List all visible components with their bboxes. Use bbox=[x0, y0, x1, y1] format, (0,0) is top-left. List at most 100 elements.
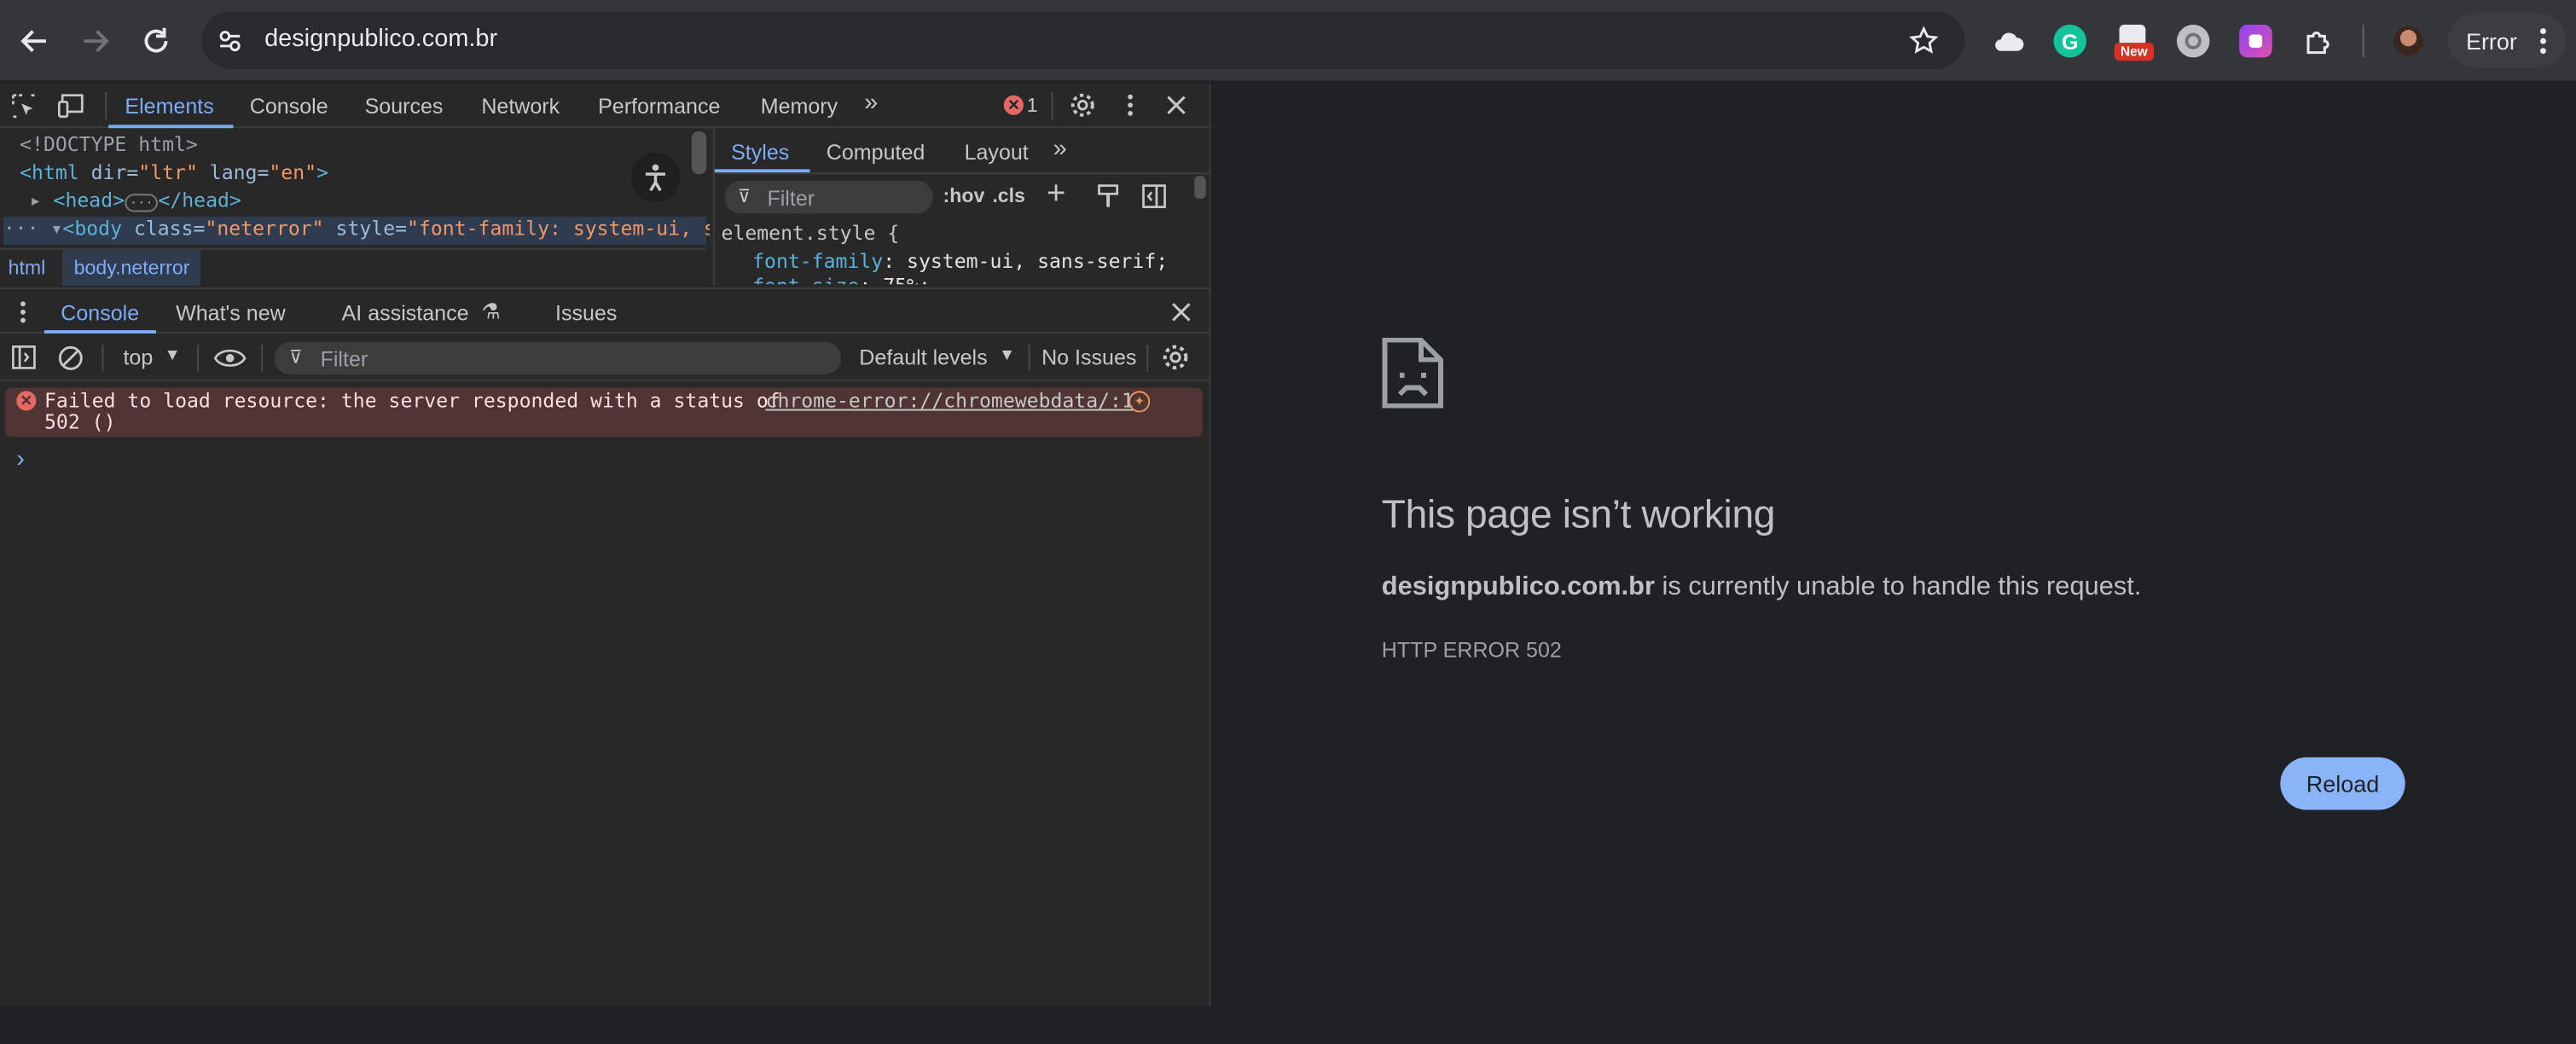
toggle-sidebar-icon[interactable] bbox=[1140, 183, 1167, 209]
console-filter-placeholder: Filter bbox=[320, 346, 368, 372]
context-selector-label: top bbox=[123, 345, 154, 370]
context-chevron-down-icon: ▼ bbox=[164, 346, 181, 365]
tab-layout[interactable]: Layout bbox=[965, 140, 1029, 165]
toolbar-separator bbox=[1146, 345, 1149, 372]
console-prompt[interactable]: › bbox=[16, 445, 25, 473]
kebab-menu-icon[interactable] bbox=[1117, 90, 1144, 120]
sad-document-icon bbox=[1382, 337, 1444, 409]
reload-icon[interactable] bbox=[138, 23, 174, 59]
bookmark-star-icon[interactable] bbox=[1907, 25, 1941, 58]
style-decl-font-size[interactable]: font-size: 75%; bbox=[752, 276, 931, 285]
console-filter-input[interactable]: ⊽ Filter bbox=[274, 341, 842, 375]
breadcrumb: html body.neterror bbox=[0, 247, 707, 287]
profile-avatar[interactable] bbox=[2393, 26, 2423, 56]
cls-toggle[interactable]: .cls bbox=[992, 184, 1025, 207]
elements-scrollbar[interactable] bbox=[691, 131, 707, 175]
back-icon[interactable] bbox=[16, 23, 52, 59]
context-selector[interactable]: top ▼ bbox=[115, 335, 188, 380]
levels-chevron-down-icon: ▼ bbox=[999, 346, 1016, 365]
log-levels-label: Default levels bbox=[859, 345, 988, 370]
clear-console-icon[interactable] bbox=[55, 344, 85, 374]
paint-brush-icon[interactable] bbox=[1096, 183, 1119, 209]
drawer-tab-issues[interactable]: Issues bbox=[555, 300, 617, 325]
body-node[interactable]: ··· ▾<body class="neterror" style="font-… bbox=[3, 217, 710, 245]
drawer-tab-ai-assistance[interactable]: AI assistance bbox=[342, 300, 469, 325]
head-node[interactable]: ▸ <head> ··· </head> bbox=[30, 188, 241, 212]
styles-filter-input[interactable]: ⊽ Filter bbox=[724, 180, 933, 214]
tab-performance[interactable]: Performance bbox=[598, 94, 720, 119]
more-tabs-chevron-icon[interactable]: » bbox=[864, 89, 878, 117]
error-code: HTTP ERROR 502 bbox=[1381, 637, 1562, 663]
toolbar-separator bbox=[102, 345, 104, 372]
purple-extension-icon[interactable] bbox=[2239, 24, 2272, 58]
filter-icon: ⊽ bbox=[737, 187, 751, 207]
new-rule-plus-icon[interactable]: + bbox=[1047, 176, 1066, 213]
sidebar-toggle-icon[interactable] bbox=[10, 344, 38, 372]
close-drawer-icon[interactable] bbox=[1166, 298, 1196, 328]
error-text-line1: Failed to load resource: the server resp… bbox=[44, 389, 780, 413]
profile-error-button[interactable]: Error bbox=[2447, 13, 2567, 67]
issues-count-label[interactable]: No Issues bbox=[1041, 345, 1136, 369]
error-page bbox=[1210, 84, 2576, 1006]
url-text[interactable]: designpublico.com.br bbox=[264, 25, 497, 53]
error-count[interactable]: 1 bbox=[1027, 94, 1038, 117]
error-title: This page isn’t working bbox=[1381, 492, 1776, 537]
cloud-extension-icon[interactable] bbox=[1993, 25, 2026, 58]
console-filter-icon: ⊽ bbox=[288, 348, 303, 368]
tab-separator bbox=[105, 91, 107, 120]
accessibility-icon[interactable] bbox=[630, 153, 681, 202]
tab-elements[interactable]: Elements bbox=[125, 94, 213, 119]
style-decl-font-family[interactable]: font-family: system-ui, sans-serif; bbox=[752, 250, 1168, 273]
doctype-line[interactable]: <!DOCTYPE html> bbox=[20, 133, 198, 156]
reload-button[interactable]: Reload bbox=[2280, 757, 2405, 810]
grammarly-extension-icon[interactable]: G bbox=[2053, 24, 2087, 58]
tab-console[interactable]: Console bbox=[250, 94, 328, 119]
console-toolbar: top ▼ ⊽ Filter Default levels ▼ No Issue… bbox=[0, 334, 1210, 381]
live-expression-eye-icon[interactable] bbox=[212, 344, 247, 374]
error-text-line2: 502 () bbox=[44, 410, 116, 434]
flask-icon: ⚗ bbox=[481, 299, 501, 324]
tab-computed[interactable]: Computed bbox=[827, 140, 925, 165]
drawer-tab-console[interactable]: Console bbox=[61, 300, 139, 325]
new-extension-icon[interactable]: New bbox=[2114, 21, 2155, 61]
drawer-tab-whats-new[interactable]: What's new bbox=[176, 300, 286, 325]
breadcrumb-body[interactable]: body.neterror bbox=[62, 249, 201, 287]
error-description: designpublico.com.br is currently unable… bbox=[1382, 573, 2142, 603]
chrome-menu-icon[interactable] bbox=[2530, 26, 2556, 56]
devtools-tabbar: Elements Console Sources Network Perform… bbox=[0, 84, 1210, 129]
styles-scrollbar[interactable] bbox=[1194, 176, 1206, 200]
close-devtools-icon[interactable] bbox=[1162, 90, 1192, 120]
device-toolbar-icon[interactable] bbox=[55, 90, 89, 120]
ai-insights-icon[interactable]: ✦ bbox=[1128, 391, 1151, 413]
console-error-message[interactable]: ✕ Failed to load resource: the server re… bbox=[4, 387, 1203, 438]
site-info-icon[interactable] bbox=[215, 26, 245, 56]
gray-extension-icon[interactable] bbox=[2176, 24, 2210, 58]
tab-memory[interactable]: Memory bbox=[761, 94, 838, 119]
forward-icon[interactable] bbox=[78, 23, 113, 59]
extensions-puzzle-icon[interactable] bbox=[2300, 23, 2335, 59]
settings-gear-icon[interactable] bbox=[1068, 90, 1098, 120]
toolbar-separator bbox=[197, 345, 200, 372]
tab-network[interactable]: Network bbox=[481, 94, 560, 119]
error-message: is currently unable to handle this reque… bbox=[1654, 573, 2142, 601]
style-rule-selector[interactable]: element.style { bbox=[722, 222, 900, 245]
console-settings-icon[interactable] bbox=[1160, 342, 1192, 374]
elements-tree[interactable]: <!DOCTYPE html> <html dir="ltr" lang="en… bbox=[0, 130, 710, 248]
tab-sources[interactable]: Sources bbox=[365, 94, 444, 119]
styles-filter-placeholder: Filter bbox=[767, 185, 815, 211]
inspect-element-icon[interactable] bbox=[9, 90, 38, 120]
more-styles-tabs-icon[interactable]: » bbox=[1053, 135, 1067, 163]
styles-pane: Styles Computed Layout » ⊽ Filter :hov .… bbox=[712, 128, 1211, 287]
new-badge: New bbox=[2121, 44, 2148, 60]
toolbar-separator bbox=[261, 345, 264, 372]
error-source-link[interactable]: chrome-error://chromewebdata/:1 bbox=[766, 389, 1134, 412]
tab-separator bbox=[1051, 91, 1053, 120]
hov-toggle[interactable]: :hov bbox=[943, 184, 985, 207]
drawer-tab-underline bbox=[44, 330, 156, 334]
html-node[interactable]: <html dir="ltr" lang="en"> bbox=[20, 161, 328, 184]
breadcrumb-html[interactable]: html bbox=[9, 256, 46, 279]
error-count-icon[interactable]: ✕ bbox=[1003, 95, 1024, 115]
drawer-menu-icon[interactable] bbox=[10, 298, 37, 328]
tab-styles[interactable]: Styles bbox=[731, 140, 789, 165]
log-levels-dropdown[interactable]: Default levels ▼ bbox=[851, 335, 1022, 380]
